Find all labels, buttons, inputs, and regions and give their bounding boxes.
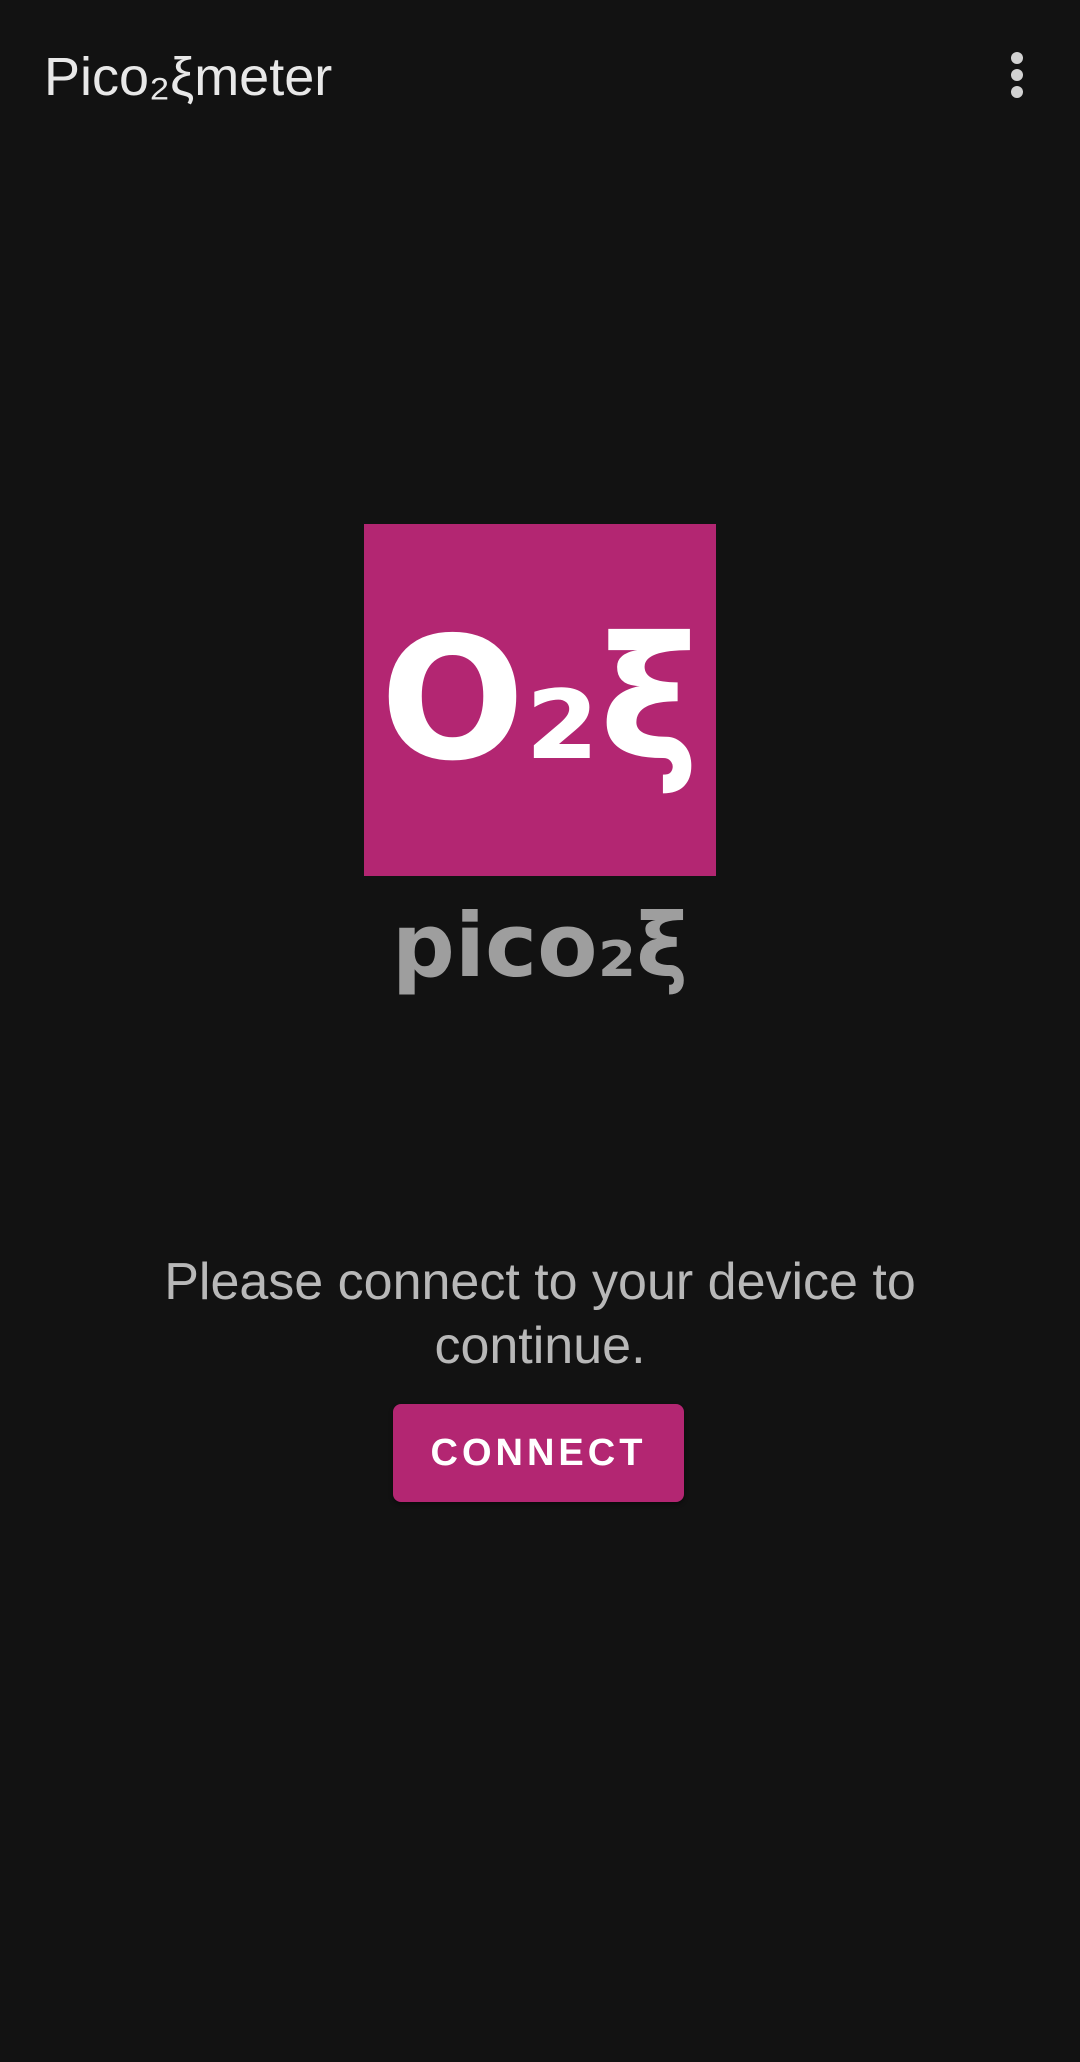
app-title: Pico₂ξmeter [44, 47, 333, 107]
more-vert-icon [1011, 52, 1023, 98]
app-bar: Pico₂ξmeter [0, 0, 1080, 154]
connect-prompt: Please connect to your device to continu… [164, 1253, 916, 1375]
overflow-menu-button[interactable] [976, 38, 1058, 112]
app-logo: O₂ξ [364, 524, 716, 876]
logo-text: O₂ξ [380, 601, 700, 799]
connect-button[interactable]: CONNECT [393, 1404, 684, 1502]
brand-name: pico₂ξ [391, 894, 689, 997]
